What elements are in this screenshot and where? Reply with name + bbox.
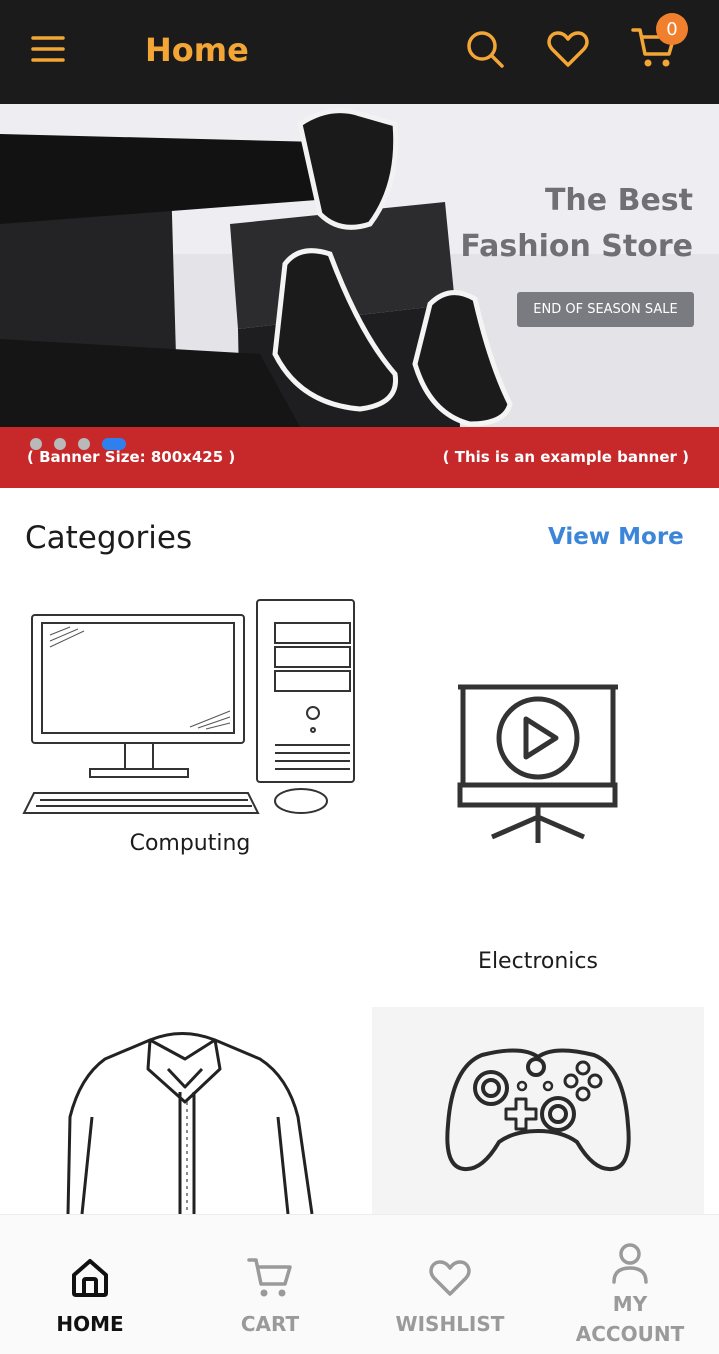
categories-title: Categories [25,520,193,556]
promo-banner[interactable]: The Best Fashion Store END OF SEASON SAL… [0,104,719,488]
view-more-link[interactable]: View More [548,524,684,550]
banner-heading: The Best Fashion Store [460,178,693,270]
banner-heading-line2: Fashion Store [460,229,693,264]
category-card-electronics[interactable]: Electronics [372,595,704,995]
cart-icon [247,1255,293,1301]
heart-icon [428,1255,472,1301]
nav-label: MY ACCOUNT [575,1292,685,1346]
category-card-computing[interactable]: Computing [20,595,360,875]
bottom-navigation: HOME CART WISHLIST MY ACCOUNT [0,1214,719,1354]
heart-icon[interactable] [542,24,594,74]
gamepad-icon [445,1048,631,1172]
shirt-icon [66,1032,314,1215]
computer-icon [22,599,355,814]
nav-my-account[interactable]: MY ACCOUNT [540,1215,719,1354]
category-card-shirt[interactable] [20,1007,360,1215]
nav-cart[interactable]: CART [180,1215,360,1354]
banner-sale-button[interactable]: END OF SEASON SALE [517,292,694,327]
nav-label: HOME [56,1312,124,1336]
nav-label: WISHLIST [395,1312,505,1336]
search-icon[interactable] [460,24,510,74]
app-screen: Home 0 The Best Fashion Store END OF SEA… [0,0,719,1354]
banner-heading-line1: The Best [544,183,693,218]
top-app-bar: Home 0 [0,0,719,104]
page-title: Home [145,31,249,69]
category-label: Computing [129,831,251,856]
user-icon [610,1241,650,1287]
menu-icon[interactable] [22,26,74,72]
nav-wishlist[interactable]: WISHLIST [360,1215,540,1354]
home-icon [69,1255,111,1301]
category-card-gaming[interactable] [372,1007,704,1214]
banner-size-note: ( Banner Size: 800x425 ) [27,448,236,466]
nav-home[interactable]: HOME [0,1215,180,1354]
nav-label: CART [240,1312,300,1336]
category-label: Electronics [478,949,598,974]
presentation-play-icon [457,684,618,843]
cart-count-badge: 0 [656,13,688,45]
banner-example-note: ( This is an example banner ) [442,448,689,466]
